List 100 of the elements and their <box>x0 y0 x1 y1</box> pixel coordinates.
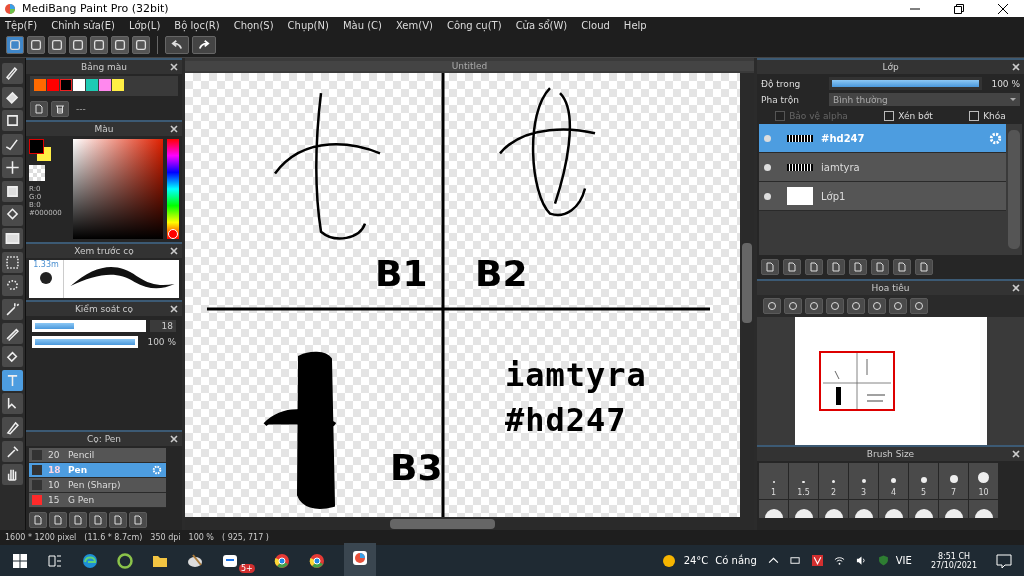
hue-slider[interactable] <box>167 139 179 239</box>
tool-button[interactable] <box>2 275 23 297</box>
brush-size-cell[interactable] <box>789 500 818 518</box>
flip-button[interactable] <box>910 298 928 314</box>
layer-scrollbar[interactable] <box>1008 130 1020 249</box>
active-app-button[interactable] <box>343 542 376 576</box>
tool-button[interactable] <box>2 204 23 226</box>
menu-item[interactable]: Lớp(L) <box>128 19 161 31</box>
visibility-icon[interactable] <box>764 163 771 171</box>
brush-size-cell[interactable] <box>939 500 968 518</box>
menu-item[interactable]: Chụp(N) <box>287 19 329 31</box>
drawing-canvas[interactable]: B1 B2 B3 iamtyra #hd247 <box>185 73 740 517</box>
add-page-button[interactable] <box>827 259 845 275</box>
folder-button[interactable] <box>109 512 127 528</box>
new-swatch-button[interactable] <box>30 101 48 117</box>
antivirus-icon[interactable] <box>811 555 823 566</box>
zoom-actual-button[interactable] <box>763 298 781 314</box>
fit-button[interactable] <box>805 298 823 314</box>
start-icon[interactable] <box>12 552 28 569</box>
app-icon[interactable] <box>117 552 133 569</box>
color-indicator[interactable] <box>29 139 53 163</box>
brush-size-cell[interactable] <box>969 500 998 518</box>
undo-button[interactable] <box>165 36 189 54</box>
wifi-icon[interactable] <box>833 555 845 566</box>
close-icon[interactable] <box>998 3 1008 14</box>
menu-item[interactable]: Help <box>623 19 647 31</box>
tool-button[interactable] <box>2 322 23 344</box>
merge-button[interactable] <box>893 259 911 275</box>
visibility-icon[interactable] <box>764 192 771 200</box>
tool-button[interactable] <box>2 251 23 273</box>
brush-size-cell[interactable] <box>879 500 908 518</box>
folder-button[interactable] <box>849 259 867 275</box>
tool-button[interactable] <box>2 133 23 155</box>
task-view-icon[interactable] <box>47 552 63 569</box>
menu-item[interactable]: Xem(V) <box>395 19 433 31</box>
page-button[interactable] <box>89 512 107 528</box>
paint-palette-icon[interactable] <box>187 552 203 569</box>
color-swatch[interactable] <box>73 79 85 91</box>
tool-button[interactable] <box>2 298 23 320</box>
page-button[interactable] <box>783 259 801 275</box>
checkbox[interactable] <box>969 111 980 121</box>
battery-icon[interactable] <box>789 555 801 566</box>
saturation-picker[interactable] <box>73 139 163 239</box>
restore-icon[interactable] <box>954 3 964 14</box>
menu-item[interactable]: Màu (C) <box>342 19 382 31</box>
notifications-icon[interactable] <box>996 552 1012 569</box>
tool-button[interactable] <box>2 157 23 179</box>
layer-row[interactable]: iamtyra <box>759 153 1006 182</box>
brush-item[interactable]: 20 Pencil <box>29 448 166 463</box>
settings-icon[interactable] <box>989 131 1002 145</box>
brush-size-cell[interactable]: 7 <box>939 463 968 499</box>
settings-icon[interactable] <box>152 465 162 475</box>
fit-screen-button[interactable] <box>868 298 886 314</box>
brush-size-cell[interactable] <box>909 500 938 518</box>
redo-button[interactable] <box>192 36 216 54</box>
tool-button[interactable] <box>2 346 23 368</box>
color-swatch[interactable] <box>47 79 59 91</box>
trash-button[interactable] <box>915 259 933 275</box>
brush-size-cell[interactable]: 1.5 <box>789 463 818 499</box>
tool-button[interactable] <box>2 440 23 462</box>
speaker-icon[interactable] <box>855 555 867 566</box>
clock-date[interactable]: 27/10/2021 <box>930 560 977 570</box>
brush-size-cell[interactable]: 2 <box>819 463 848 499</box>
slider[interactable] <box>32 320 146 332</box>
checkbox[interactable] <box>884 111 895 121</box>
menu-item[interactable]: Chỉnh sửa(E) <box>51 19 115 31</box>
brush-size-cell[interactable] <box>849 500 878 518</box>
brush-size-cell[interactable]: 1 <box>759 463 788 499</box>
brush-size-cell[interactable] <box>819 500 848 518</box>
copy-button[interactable] <box>129 512 147 528</box>
menu-item[interactable]: Tệp(F) <box>5 19 38 31</box>
chat-app-icon[interactable] <box>222 552 238 569</box>
copy-button[interactable] <box>871 259 889 275</box>
rotate-right-button[interactable] <box>889 298 907 314</box>
vertical-scrollbar[interactable] <box>740 73 754 517</box>
transparent-swatch[interactable] <box>29 165 45 181</box>
tool-button[interactable] <box>2 416 23 438</box>
document-tab[interactable]: Untitled <box>185 60 754 71</box>
menu-item[interactable]: Chọn(S) <box>233 19 274 31</box>
menu-item[interactable]: Bộ lọc(R) <box>174 19 220 31</box>
shield-icon[interactable] <box>877 555 889 566</box>
rotate-left-button[interactable] <box>847 298 865 314</box>
brush-size-cell[interactable]: 10 <box>969 463 998 499</box>
cloud-download-button[interactable] <box>29 512 47 528</box>
zoom-in-button[interactable] <box>784 298 802 314</box>
zoom-out-button[interactable] <box>826 298 844 314</box>
brush-size-cell[interactable]: 3 <box>849 463 878 499</box>
blend-mode-dropdown[interactable]: Bình thường <box>829 93 1020 106</box>
clock-time[interactable]: 8:51 CH <box>937 551 970 561</box>
tool-button[interactable] <box>2 228 23 250</box>
hue-thumb[interactable] <box>168 229 178 239</box>
add-page-button[interactable] <box>69 512 87 528</box>
color-swatch[interactable] <box>86 79 98 91</box>
tool-button[interactable] <box>2 86 23 108</box>
brush-size-cell[interactable] <box>759 500 788 518</box>
browser-icon[interactable] <box>82 552 98 569</box>
layer-row[interactable]: Lớp1 <box>759 182 1006 211</box>
input-language[interactable]: VIE <box>895 555 912 566</box>
menu-item[interactable]: Công cụ(T) <box>446 19 502 31</box>
tool-button[interactable] <box>2 63 23 84</box>
